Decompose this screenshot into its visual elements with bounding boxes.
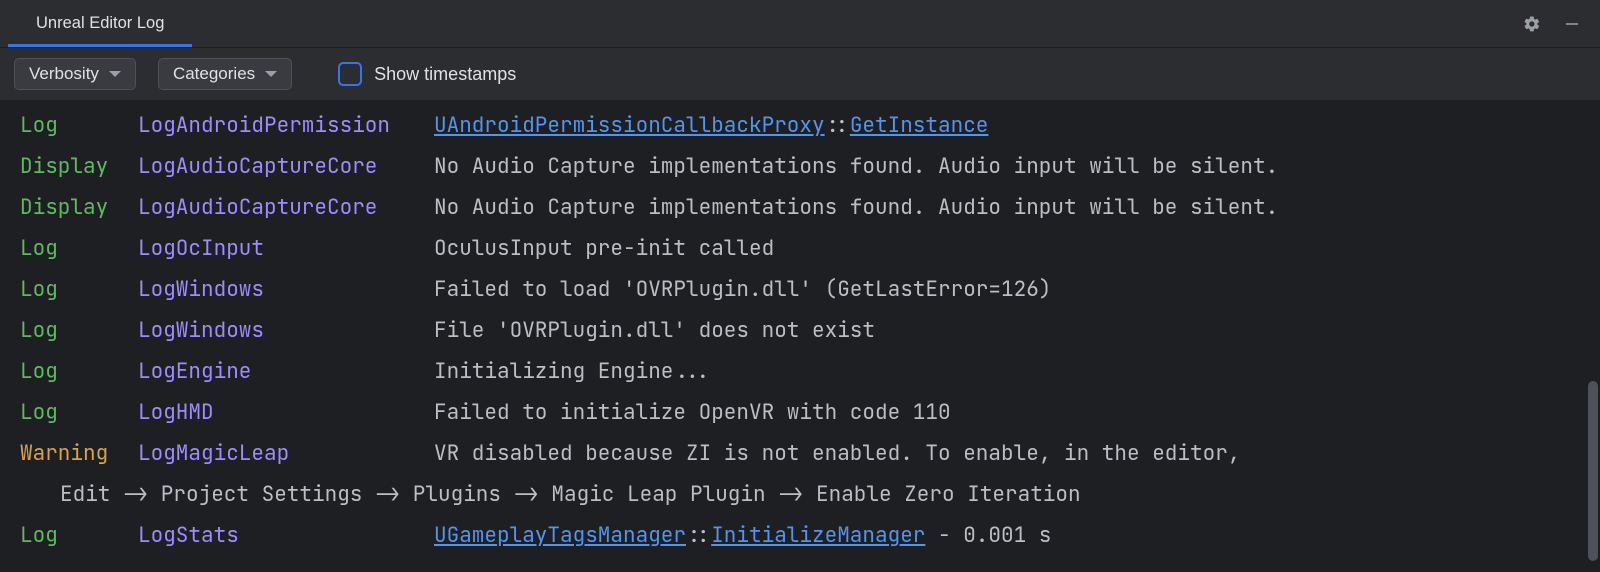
log-message: Failed to initialize OpenVR with code 11… <box>434 392 1600 433</box>
log-message: OculusInput pre-init called <box>434 228 1600 269</box>
log-message: Failed to load 'OVRPlugin.dll' (GetLastE… <box>434 269 1600 310</box>
log-message: File 'OVRPlugin.dll' does not exist <box>434 310 1600 351</box>
chevron-down-icon <box>109 71 121 77</box>
tab-label: Unreal Editor Log <box>36 14 164 32</box>
log-row: LogLogAndroidPermissionUAndroidPermissio… <box>20 105 1600 146</box>
log-category: LogHMD <box>138 392 434 433</box>
log-output[interactable]: LogLogAndroidPermissionUAndroidPermissio… <box>0 101 1600 572</box>
log-level: Log <box>20 105 138 146</box>
log-level: Display <box>20 187 138 228</box>
verbosity-dropdown[interactable]: Verbosity <box>14 58 136 90</box>
minimize-icon[interactable] <box>1560 12 1584 36</box>
log-row: DisplayLogAudioCaptureCoreNo Audio Captu… <box>20 146 1600 187</box>
log-level: Display <box>20 146 138 187</box>
log-category: LogMagicLeap <box>138 433 434 474</box>
categories-dropdown[interactable]: Categories <box>158 58 292 90</box>
log-row: LogLogWindowsFailed to load 'OVRPlugin.d… <box>20 269 1600 310</box>
log-message: No Audio Capture implementations found. … <box>434 146 1600 187</box>
log-row: LogLogEngineInitializing Engine... <box>20 351 1600 392</box>
gear-icon[interactable] <box>1520 12 1544 36</box>
log-row: LogLogHMDFailed to initialize OpenVR wit… <box>20 392 1600 433</box>
verbosity-label: Verbosity <box>29 64 99 84</box>
symbol-link[interactable]: UGameplayTagsManager <box>434 522 686 549</box>
log-row: LogLogWindowsFile 'OVRPlugin.dll' does n… <box>20 310 1600 351</box>
show-timestamps-toggle[interactable]: Show timestamps <box>338 62 516 86</box>
log-category: LogWindows <box>138 310 434 351</box>
log-message: VR disabled because ZI is not enabled. T… <box>434 433 1600 474</box>
log-category: LogWindows <box>138 269 434 310</box>
scrollbar-thumb[interactable] <box>1588 381 1598 561</box>
log-level: Log <box>20 515 138 556</box>
log-category: LogEngine <box>138 351 434 392</box>
checkbox-box <box>338 62 362 86</box>
tab-unreal-log[interactable]: Unreal Editor Log <box>8 0 192 47</box>
scope-separator: :: <box>686 522 711 549</box>
log-row: DisplayLogAudioCaptureCoreNo Audio Captu… <box>20 187 1600 228</box>
categories-label: Categories <box>173 64 255 84</box>
log-message: UGameplayTagsManager::InitializeManager … <box>434 515 1600 556</box>
log-category: LogAudioCaptureCore <box>138 146 434 187</box>
log-category: LogOcInput <box>138 228 434 269</box>
symbol-link[interactable]: GetInstance <box>850 112 989 139</box>
log-level: Log <box>20 269 138 310</box>
symbol-link[interactable]: UAndroidPermissionCallbackProxy <box>434 112 825 139</box>
symbol-link[interactable]: InitializeManager <box>711 522 925 549</box>
log-message: No Audio Capture implementations found. … <box>434 187 1600 228</box>
show-timestamps-label: Show timestamps <box>374 64 516 85</box>
chevron-down-icon <box>265 71 277 77</box>
log-panel: Unreal Editor Log Verbosity Categories S… <box>0 0 1600 572</box>
log-tail: - 0.001 s <box>925 522 1051 549</box>
scope-separator: :: <box>825 112 850 139</box>
log-level: Log <box>20 228 138 269</box>
toolbar: Verbosity Categories Show timestamps <box>0 48 1600 101</box>
log-level: Log <box>20 351 138 392</box>
log-level: Log <box>20 310 138 351</box>
log-category: LogStats <box>138 515 434 556</box>
tab-bar: Unreal Editor Log <box>0 0 1600 48</box>
log-category: LogAndroidPermission <box>138 105 434 146</box>
log-category: LogAudioCaptureCore <box>138 187 434 228</box>
log-level: Log <box>20 392 138 433</box>
log-row: WarningLogMagicLeapVR disabled because Z… <box>20 433 1600 474</box>
log-row-continuation: Edit -> Project Settings -> Plugins -> M… <box>20 474 1600 515</box>
log-message: Initializing Engine... <box>434 351 1600 392</box>
log-level: Warning <box>20 433 138 474</box>
log-row: LogLogOcInputOculusInput pre-init called <box>20 228 1600 269</box>
log-message: UAndroidPermissionCallbackProxy::GetInst… <box>434 105 1600 146</box>
log-row: LogLogStatsUGameplayTagsManager::Initial… <box>20 515 1600 556</box>
